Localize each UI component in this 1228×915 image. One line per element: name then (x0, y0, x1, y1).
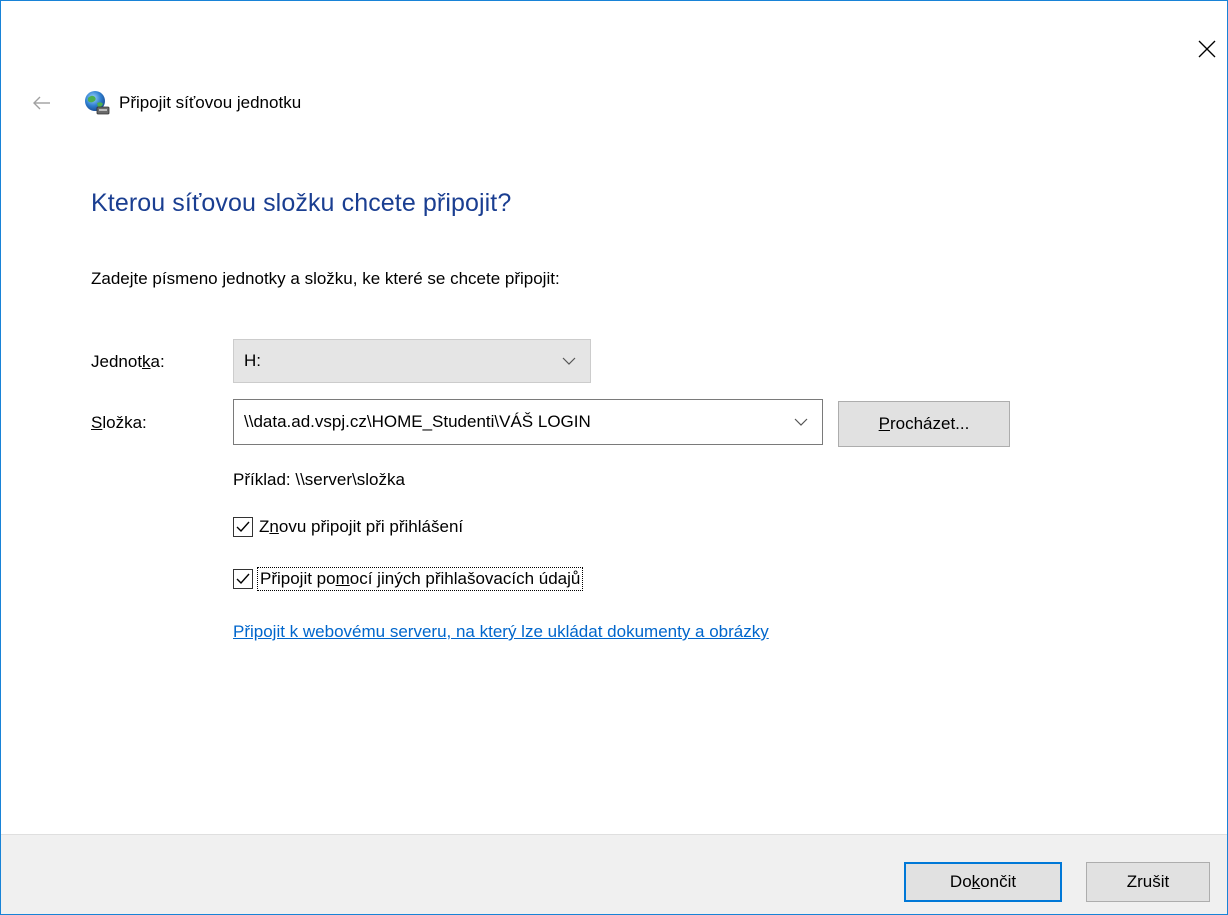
finish-button[interactable]: Do k ončit (904, 862, 1062, 902)
network-drive-icon (83, 89, 111, 117)
back-arrow-icon (33, 96, 50, 110)
chevron-down-icon[interactable] (792, 413, 810, 431)
title-bar: Připojit síťovou jednotku (31, 87, 301, 119)
checkmark-icon (236, 573, 250, 585)
window-title: Připojit síťovou jednotku (119, 93, 302, 112)
reconnect-checkbox[interactable] (233, 517, 253, 537)
drive-label: Jednotka: (91, 352, 165, 371)
page-heading: Kterou síťovou složku chcete připojit? (91, 189, 512, 217)
close-icon (1198, 40, 1216, 58)
drive-letter-select[interactable]: H: (233, 339, 591, 383)
browse-button[interactable]: Procházet... (838, 401, 1010, 447)
example-text: Příklad: \\server\složka (233, 470, 405, 489)
web-server-link[interactable]: Připojit k webovému serveru, na který lz… (233, 622, 769, 642)
instruction-text: Zadejte písmeno jednotky a složku, ke kt… (91, 269, 560, 288)
reconnect-label: Znovu připojit při přihlášení (259, 517, 464, 536)
drive-letter-value: H: (244, 351, 261, 370)
map-network-drive-dialog: Připojit síťovou jednotku Kterou síťovou… (0, 0, 1228, 915)
other-credentials-checkbox-row[interactable]: Připojit pomocí jiných přihlašovacích úd… (233, 567, 584, 591)
dialog-footer: Do k ončit Zrušit (1, 834, 1227, 914)
folder-label: Složka: (91, 413, 147, 432)
checkmark-icon (236, 521, 250, 533)
chevron-down-icon (560, 352, 578, 370)
other-credentials-label: Připojit pomocí jiných přihlašovacích úd… (256, 567, 584, 591)
folder-combobox (233, 399, 823, 445)
other-credentials-checkbox[interactable] (233, 569, 253, 589)
reconnect-checkbox-row[interactable]: Znovu připojit při přihlášení (233, 517, 463, 537)
back-button[interactable] (31, 92, 53, 114)
cancel-button[interactable]: Zrušit (1086, 862, 1210, 902)
close-button[interactable] (1193, 35, 1221, 63)
folder-input[interactable] (234, 411, 792, 433)
